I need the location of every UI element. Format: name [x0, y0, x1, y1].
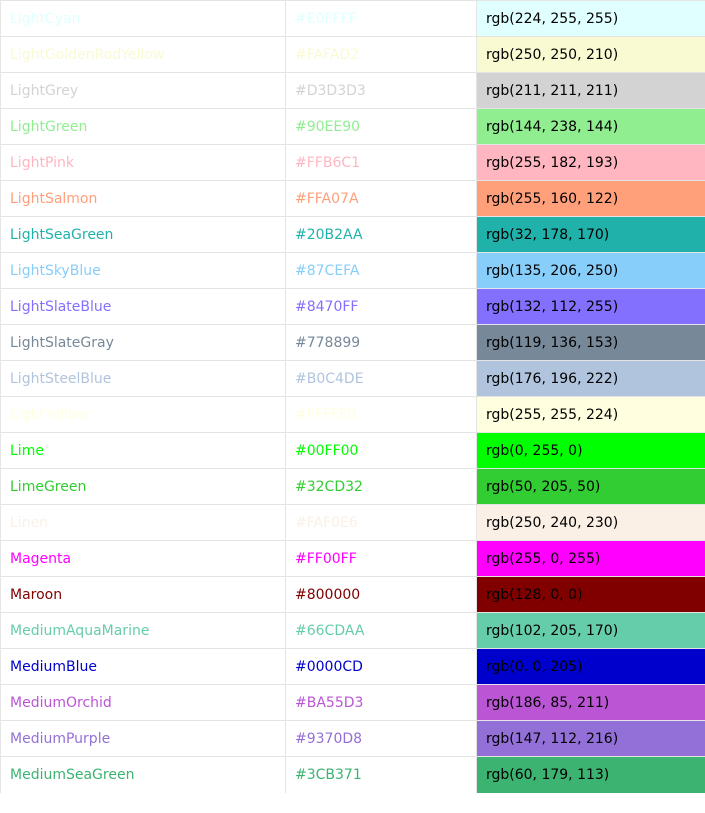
color-hex: #20B2AA [285, 216, 477, 253]
color-name: LightYellow [0, 396, 286, 433]
color-rgb-swatch: rgb(250, 240, 230) [476, 504, 705, 541]
color-hex: #87CEFA [285, 252, 477, 289]
color-name: LightSkyBlue [0, 252, 286, 289]
color-row: LimeGreen #32CD32 rgb(50, 205, 50) [0, 468, 705, 505]
color-rgb-swatch: rgb(147, 112, 216) [476, 720, 705, 757]
color-rgb-swatch: rgb(255, 0, 255) [476, 540, 705, 577]
color-rgb-swatch: rgb(50, 205, 50) [476, 468, 705, 505]
color-row: LightSteelBlue #B0C4DE rgb(176, 196, 222) [0, 360, 705, 397]
color-row: Maroon #800000 rgb(128, 0, 0) [0, 576, 705, 613]
color-name: LimeGreen [0, 468, 286, 505]
color-name: LightGoldenRodYellow [0, 36, 286, 73]
color-name: Maroon [0, 576, 286, 613]
color-hex: #0000CD [285, 648, 477, 685]
color-row: LightGreen #90EE90 rgb(144, 238, 144) [0, 108, 705, 145]
color-rgb-swatch: rgb(255, 182, 193) [476, 144, 705, 181]
color-table: LightCyan #E0FFFF rgb(224, 255, 255) LightG… [0, 0, 705, 793]
color-hex: #3CB371 [285, 756, 477, 793]
color-name: MediumBlue [0, 648, 286, 685]
color-name: MediumSeaGreen [0, 756, 286, 793]
color-rgb-swatch: rgb(255, 255, 224) [476, 396, 705, 433]
color-hex: #E0FFFF [285, 0, 477, 37]
color-row: MediumAquaMarine #66CDAA rgb(102, 205, 170… [0, 612, 705, 649]
color-rgb-swatch: rgb(186, 85, 211) [476, 684, 705, 721]
color-name: Magenta [0, 540, 286, 577]
color-rgb-swatch: rgb(119, 136, 153) [476, 324, 705, 361]
color-hex: #B0C4DE [285, 360, 477, 397]
color-rgb-swatch: rgb(176, 196, 222) [476, 360, 705, 397]
color-row: LightGoldenRodYellow #FAFAD2 rgb(250, 250,… [0, 36, 705, 73]
color-rgb-swatch: rgb(211, 211, 211) [476, 72, 705, 109]
color-hex: #00FF00 [285, 432, 477, 469]
color-hex: #800000 [285, 576, 477, 613]
color-hex: #FFB6C1 [285, 144, 477, 181]
color-name: LightSlateGray [0, 324, 286, 361]
color-rgb-swatch: rgb(0, 255, 0) [476, 432, 705, 469]
color-name: MediumAquaMarine [0, 612, 286, 649]
color-rgb-swatch: rgb(250, 250, 210) [476, 36, 705, 73]
color-row: LightSlateGray #778899 rgb(119, 136, 153) [0, 324, 705, 361]
color-name: LightPink [0, 144, 286, 181]
color-row: Linen #FAF0E6 rgb(250, 240, 230) [0, 504, 705, 541]
color-name: LightCyan [0, 0, 286, 37]
color-hex: #FFFFE0 [285, 396, 477, 433]
color-rgb-swatch: rgb(128, 0, 0) [476, 576, 705, 613]
color-name: Lime [0, 432, 286, 469]
color-name: LightSeaGreen [0, 216, 286, 253]
color-hex: #D3D3D3 [285, 72, 477, 109]
color-name: LightSalmon [0, 180, 286, 217]
color-row: LightCyan #E0FFFF rgb(224, 255, 255) [0, 0, 705, 37]
color-row: LightSlateBlue #8470FF rgb(132, 112, 255) [0, 288, 705, 325]
color-rgb-swatch: rgb(60, 179, 113) [476, 756, 705, 793]
color-hex: #90EE90 [285, 108, 477, 145]
color-rgb-swatch: rgb(0, 0, 205) [476, 648, 705, 685]
color-hex: #66CDAA [285, 612, 477, 649]
color-name: Linen [0, 504, 286, 541]
color-hex: #BA55D3 [285, 684, 477, 721]
color-row: LightSeaGreen #20B2AA rgb(32, 178, 170) [0, 216, 705, 253]
color-rgb-swatch: rgb(144, 238, 144) [476, 108, 705, 145]
color-hex: #9370D8 [285, 720, 477, 757]
color-row: MediumPurple #9370D8 rgb(147, 112, 216) [0, 720, 705, 757]
color-row: LightPink #FFB6C1 rgb(255, 182, 193) [0, 144, 705, 181]
color-hex: #FAF0E6 [285, 504, 477, 541]
color-name: LightSlateBlue [0, 288, 286, 325]
color-rgb-swatch: rgb(255, 160, 122) [476, 180, 705, 217]
color-name: MediumPurple [0, 720, 286, 757]
color-name: LightGreen [0, 108, 286, 145]
color-row: MediumOrchid #BA55D3 rgb(186, 85, 211) [0, 684, 705, 721]
color-rgb-swatch: rgb(32, 178, 170) [476, 216, 705, 253]
color-row: LightSalmon #FFA07A rgb(255, 160, 122) [0, 180, 705, 217]
color-rgb-swatch: rgb(224, 255, 255) [476, 0, 705, 37]
color-name: MediumOrchid [0, 684, 286, 721]
color-row: LightYellow #FFFFE0 rgb(255, 255, 224) [0, 396, 705, 433]
color-row: Magenta #FF00FF rgb(255, 0, 255) [0, 540, 705, 577]
color-hex: #FFA07A [285, 180, 477, 217]
color-name: LightGrey [0, 72, 286, 109]
color-name: LightSteelBlue [0, 360, 286, 397]
color-rgb-swatch: rgb(132, 112, 255) [476, 288, 705, 325]
color-row: MediumSeaGreen #3CB371 rgb(60, 179, 113) [0, 756, 705, 793]
color-table-body: LightCyan #E0FFFF rgb(224, 255, 255) LightG… [0, 0, 705, 793]
color-hex: #FAFAD2 [285, 36, 477, 73]
color-hex: #32CD32 [285, 468, 477, 505]
color-row: LightSkyBlue #87CEFA rgb(135, 206, 250) [0, 252, 705, 289]
color-hex: #8470FF [285, 288, 477, 325]
color-row: Lime #00FF00 rgb(0, 255, 0) [0, 432, 705, 469]
color-hex: #FF00FF [285, 540, 477, 577]
color-row: LightGrey #D3D3D3 rgb(211, 211, 211) [0, 72, 705, 109]
color-row: MediumBlue #0000CD rgb(0, 0, 205) [0, 648, 705, 685]
color-rgb-swatch: rgb(135, 206, 250) [476, 252, 705, 289]
color-hex: #778899 [285, 324, 477, 361]
color-rgb-swatch: rgb(102, 205, 170) [476, 612, 705, 649]
